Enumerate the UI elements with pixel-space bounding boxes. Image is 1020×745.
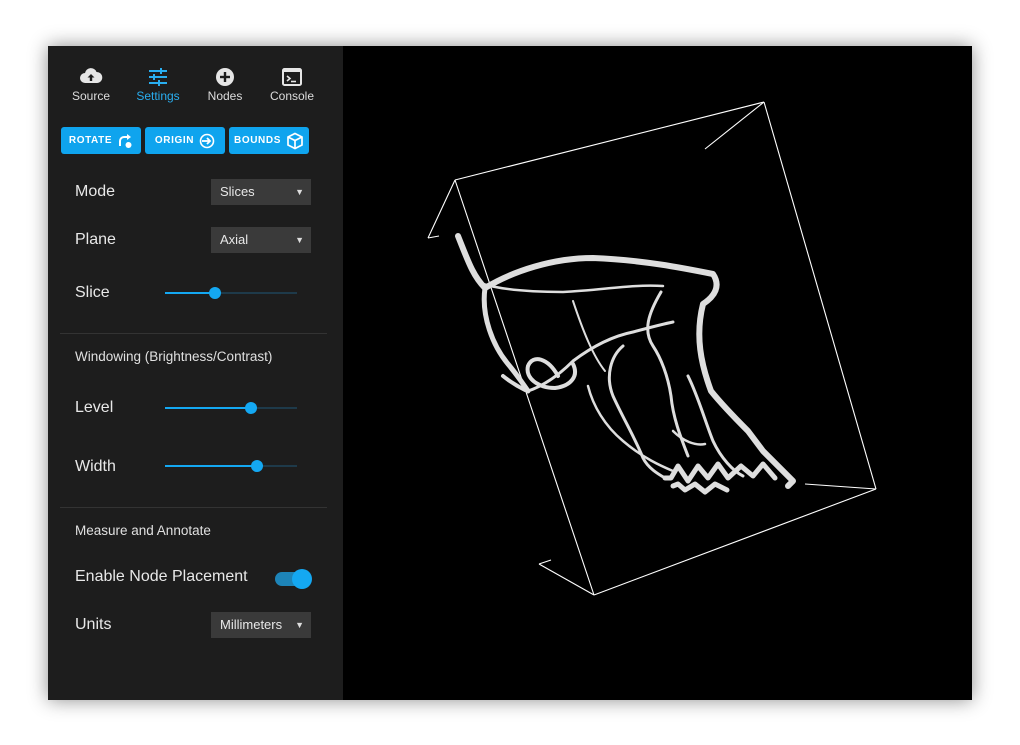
units-select-value: Millimeters — [220, 617, 283, 632]
rotate-icon — [117, 133, 133, 149]
plane-select[interactable]: Axial ▼ — [211, 227, 311, 253]
rotate-button[interactable]: ROTATE — [61, 127, 141, 154]
tab-nodes[interactable]: Nodes — [190, 66, 260, 103]
caret-down-icon: ▼ — [295, 620, 304, 630]
slider-fill — [165, 407, 251, 409]
plane-label: Plane — [75, 231, 116, 248]
width-label: Width — [75, 458, 116, 475]
mode-label: Mode — [75, 183, 116, 200]
rotate-button-label: ROTATE — [68, 135, 113, 146]
node-placement-label: Enable Node Placement — [75, 568, 248, 585]
slider-thumb[interactable] — [244, 402, 257, 414]
slider-thumb[interactable] — [251, 460, 264, 472]
tab-console-label: Console — [269, 89, 315, 103]
slider-fill — [165, 465, 258, 467]
terminal-icon — [257, 66, 327, 88]
units-select[interactable]: Millimeters ▼ — [211, 612, 311, 638]
node-placement-toggle[interactable] — [275, 568, 312, 589]
3d-viewport[interactable] — [343, 46, 972, 700]
origin-button[interactable]: ORIGIN — [145, 127, 225, 154]
tab-settings[interactable]: Settings — [123, 66, 193, 103]
volume-render — [427, 101, 877, 596]
plus-circle-icon — [190, 66, 260, 88]
slider-thumb[interactable] — [209, 287, 222, 299]
tab-console[interactable]: Console — [257, 66, 327, 103]
slice-slider[interactable] — [165, 286, 297, 300]
tab-nodes-label: Nodes — [207, 89, 243, 103]
bounds-button-label: BOUNDS — [234, 135, 281, 146]
windowing-title: Windowing (Brightness/Contrast) — [75, 349, 273, 364]
tab-bar: Source Settings Nodes Console — [48, 46, 343, 116]
level-slider[interactable] — [165, 401, 297, 415]
bounds-button[interactable]: BOUNDS — [229, 127, 309, 154]
mode-select[interactable]: Slices ▼ — [211, 179, 311, 205]
origin-icon — [199, 133, 215, 149]
cube-icon — [286, 132, 304, 150]
caret-down-icon: ▼ — [295, 235, 304, 245]
units-label: Units — [75, 616, 112, 633]
app-window: Source Settings Nodes Console ROTATE ORI… — [48, 46, 972, 700]
level-label: Level — [75, 399, 114, 416]
width-slider[interactable] — [165, 459, 297, 473]
tab-source-label: Source — [71, 89, 111, 103]
slider-fill — [165, 292, 216, 294]
sliders-icon — [123, 66, 193, 88]
toggle-knob — [292, 569, 312, 589]
divider — [60, 333, 327, 334]
tab-settings-label: Settings — [136, 89, 180, 103]
tab-source[interactable]: Source — [56, 66, 126, 103]
divider — [60, 507, 327, 508]
cloud-upload-icon — [56, 66, 126, 88]
measure-title: Measure and Annotate — [75, 523, 211, 538]
sidebar: Source Settings Nodes Console ROTATE ORI… — [48, 46, 343, 700]
mode-select-value: Slices — [220, 184, 255, 199]
plane-select-value: Axial — [220, 232, 249, 247]
caret-down-icon: ▼ — [295, 187, 304, 197]
slice-label: Slice — [75, 284, 110, 301]
skull-render — [455, 233, 796, 495]
origin-button-label: ORIGIN — [154, 135, 195, 146]
